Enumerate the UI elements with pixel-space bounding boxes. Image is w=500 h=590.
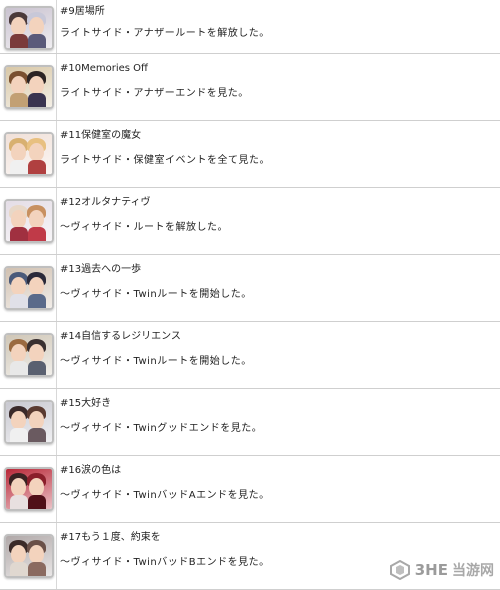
- achievement-row: #16涙の色は ～ヴィサイド・TwinバッドAエンドを見た。: [0, 456, 500, 523]
- character-thumbnail-icon: [4, 132, 54, 176]
- achievement-row: #14自信するレジリエンス ～ヴィサイド・Twinルートを開始した。: [0, 322, 500, 389]
- character-thumbnail-icon: [4, 6, 54, 50]
- thumbnail-cell: [0, 523, 57, 589]
- achievement-text: #13過去への一歩 ～ヴィサイド・Twinルートを開始した。: [60, 255, 494, 321]
- achievement-title: #11保健室の魔女: [60, 130, 142, 141]
- character-thumbnail-icon: [4, 333, 54, 377]
- watermark-logo-icon: [389, 559, 411, 581]
- thumbnail-cell: [0, 255, 57, 321]
- thumbnail-cell: [0, 322, 57, 388]
- achievement-title: #13過去への一歩: [60, 264, 142, 275]
- character-thumbnail-icon: [4, 400, 54, 444]
- character-thumbnail-icon: [4, 266, 54, 310]
- achievement-text: #16涙の色は ～ヴィサイド・TwinバッドAエンドを見た。: [60, 456, 494, 522]
- thumbnail-cell: [0, 0, 57, 53]
- achievement-row: #13過去への一歩 ～ヴィサイド・Twinルートを開始した。: [0, 255, 500, 322]
- achievement-row: #11保健室の魔女ライトサイド・保健室イベントを全て見た。: [0, 121, 500, 188]
- thumbnail-cell: [0, 188, 57, 254]
- thumbnail-cell: [0, 54, 57, 120]
- thumbnail-cell: [0, 456, 57, 522]
- achievement-description: ～ヴィサイド・ルートを解放した。: [60, 222, 228, 233]
- achievement-title: #16涙の色は: [60, 465, 122, 476]
- achievement-row: #12オルタナティヴ ～ヴィサイド・ルートを解放した。: [0, 188, 500, 255]
- achievement-description: ライトサイド・保健室イベントを全て見た。: [60, 155, 270, 166]
- achievement-text: #10Memories Off ライトサイド・アナザーエンドを見た。: [60, 54, 494, 120]
- achievement-text: #14自信するレジリエンス ～ヴィサイド・Twinルートを開始した。: [60, 322, 494, 388]
- achievement-title: #12オルタナティヴ: [60, 197, 151, 208]
- character-thumbnail-icon: [4, 467, 54, 511]
- achievement-description: ライトサイド・アナザールートを解放した。: [60, 28, 270, 39]
- achievement-row: #10Memories Off ライトサイド・アナザーエンドを見た。: [0, 54, 500, 121]
- achievement-text: #11保健室の魔女ライトサイド・保健室イベントを全て見た。: [60, 121, 494, 187]
- achievement-description: ～ヴィサイド・TwinバッドBエンドを見た。: [60, 557, 270, 568]
- achievement-description: ～ヴィサイド・Twinルートを開始した。: [60, 356, 252, 367]
- achievement-description: ～ヴィサイド・Twinグッドエンドを見た。: [60, 423, 263, 434]
- achievement-text: #15大好き ～ヴィサイド・Twinグッドエンドを見た。: [60, 389, 494, 455]
- achievement-description: ライトサイド・アナザーエンドを見た。: [60, 88, 249, 99]
- achievement-row: #9居場所ライトサイド・アナザールートを解放した。: [0, 0, 500, 54]
- character-thumbnail-icon: [4, 534, 54, 578]
- character-thumbnail-icon: [4, 199, 54, 243]
- achievement-title: #15大好き: [60, 398, 112, 409]
- achievement-text: #9居場所ライトサイド・アナザールートを解放した。: [60, 0, 494, 53]
- achievement-description: ～ヴィサイド・TwinバッドAエンドを見た。: [60, 490, 270, 501]
- thumbnail-cell: [0, 121, 57, 187]
- achievement-description: ～ヴィサイド・Twinルートを開始した。: [60, 289, 252, 300]
- thumbnail-cell: [0, 389, 57, 455]
- watermark: 3HE 当游网: [389, 559, 494, 581]
- achievement-list: #9居場所 ライトサイド・アナザールートを解放した。 #10Memories Off…: [0, 0, 500, 590]
- achievement-title: #14自信するレジリエンス: [60, 331, 181, 342]
- achievement-title: #9居場所: [60, 6, 105, 17]
- watermark-site: 当游网: [452, 563, 494, 579]
- achievement-row: #15大好き ～ヴィサイド・Twinグッドエンドを見た。: [0, 389, 500, 456]
- achievement-title: #10Memories Off: [60, 63, 148, 74]
- achievement-text: #12オルタナティヴ ～ヴィサイド・ルートを解放した。: [60, 188, 494, 254]
- character-thumbnail-icon: [4, 65, 54, 109]
- watermark-brand: 3HE: [414, 561, 448, 579]
- achievement-title: #17もう１度、約束を: [60, 532, 161, 543]
